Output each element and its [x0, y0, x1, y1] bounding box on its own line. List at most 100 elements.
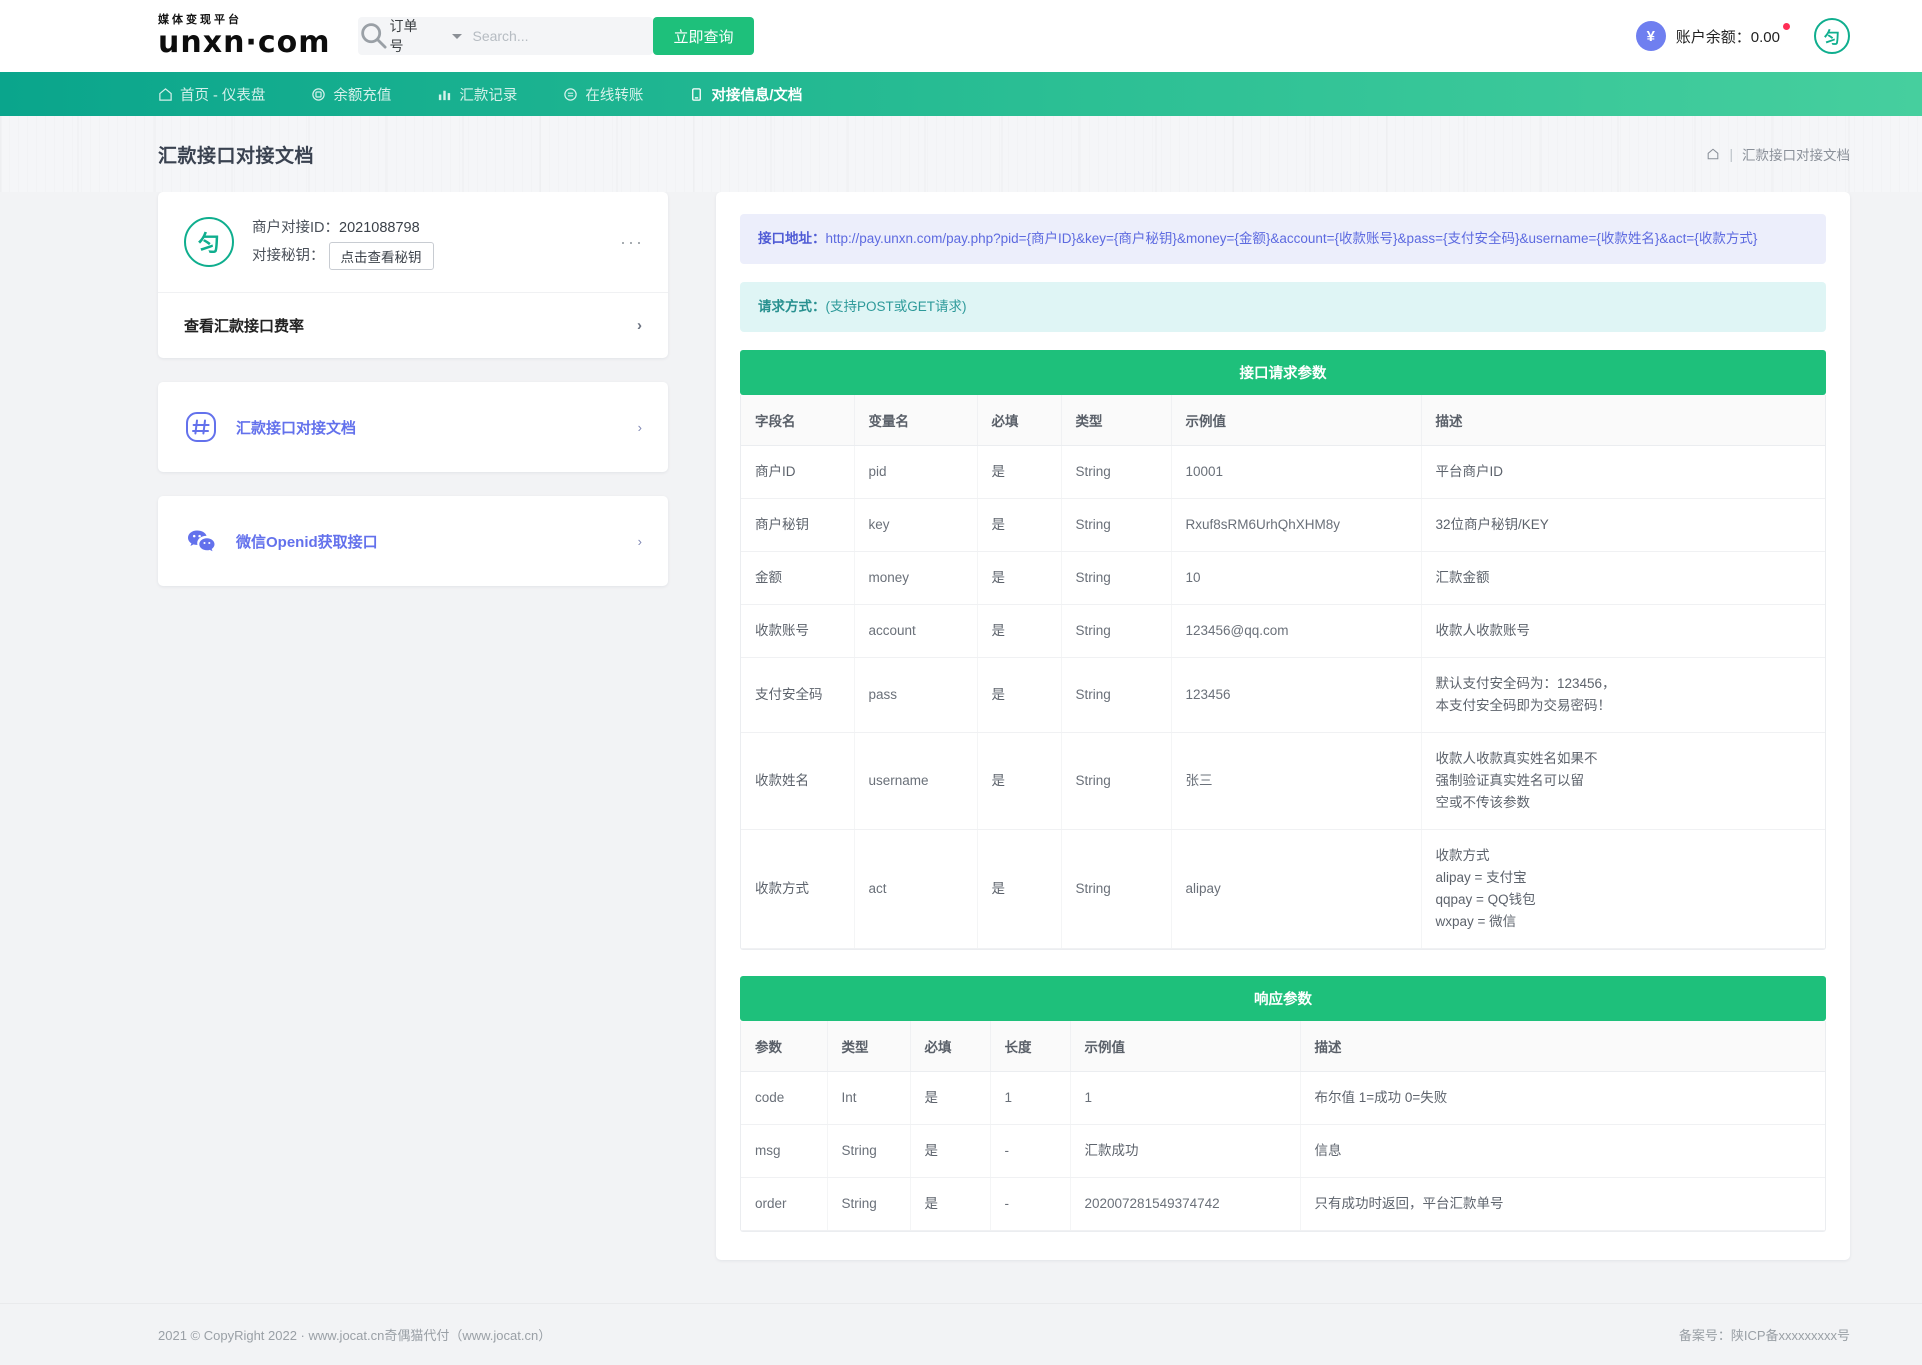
cell-var: key	[854, 498, 978, 552]
brand-logo[interactable]: 媒体变现平台 unxn·com	[158, 14, 330, 58]
cell-var: money	[854, 551, 978, 605]
merchant-id-row: 商户对接ID： 2021088798	[252, 214, 610, 242]
merchant-logo-icon: 匀	[184, 217, 234, 267]
nav-label-docs: 对接信息/文档	[711, 87, 803, 104]
cell-param: order	[741, 1177, 828, 1231]
header-right-group: ¥ 账户余额：0.00 匀	[1635, 18, 1850, 54]
search-box[interactable]: 订单号	[358, 17, 654, 55]
merchant-card: 匀 商户对接ID： 2021088798 对接秘钥： 点击查看秘钥 ··· 查看…	[158, 192, 668, 358]
cell-var: pid	[854, 445, 978, 499]
table-row: 收款姓名 username 是 String 张三 收款人收款真实姓名如果不 强…	[741, 732, 1825, 830]
col-var-name: 变量名	[854, 395, 978, 446]
table-row: 商户ID pid 是 String 10001 平台商户ID	[741, 445, 1825, 499]
col-param: 参数	[741, 1021, 828, 1072]
account-balance[interactable]: ¥ 账户余额：0.00	[1635, 21, 1790, 51]
home-icon	[158, 87, 173, 102]
nav-item-recharge[interactable]: 余额充值	[311, 72, 391, 116]
cell-var: account	[854, 604, 978, 658]
avatar[interactable]: 匀	[1814, 18, 1850, 54]
view-rates-row[interactable]: 查看汇款接口费率 ›	[158, 293, 668, 358]
wallet-icon	[311, 87, 326, 102]
footer-copyright: 2021 © CopyRight 2022 · www.jocat.cn奇偶猫代…	[158, 1328, 552, 1343]
chevron-right-icon: ›	[637, 533, 642, 549]
wechat-openid-card[interactable]: 微信Openid获取接口 ›	[158, 496, 668, 586]
cell-required: 是	[977, 829, 1062, 949]
cell-field: 金额	[741, 551, 855, 605]
response-table-wrapper: 参数 类型 必填 长度 示例值 描述 code Int 是 1 1 布尔值 1=…	[740, 1021, 1826, 1232]
docs-link-card[interactable]: 汇款接口对接文档 ›	[158, 382, 668, 472]
wechat-icon	[184, 524, 218, 558]
search-category-label: 订单号	[389, 18, 418, 54]
page-footer: 2021 © CopyRight 2022 · www.jocat.cn奇偶猫代…	[0, 1303, 1922, 1365]
nav-label-records: 汇款记录	[459, 87, 518, 104]
search-submit-button[interactable]: 立即查询	[653, 17, 754, 55]
docs-link-row[interactable]: 汇款接口对接文档 ›	[158, 382, 668, 472]
cell-example: Rxuf8sRM6UrhQhXHM8y	[1171, 498, 1422, 552]
nav-item-docs[interactable]: 对接信息/文档	[689, 72, 802, 116]
request-table-wrapper: 字段名 变量名 必填 类型 示例值 描述 商户ID pid 是 String 1…	[740, 395, 1826, 950]
cell-required: 是	[977, 604, 1062, 658]
balance-text: 账户余额：0.00	[1676, 22, 1790, 47]
brand-title: unxn·com	[158, 25, 331, 60]
more-options-icon[interactable]: ···	[610, 232, 644, 253]
cell-example: 张三	[1171, 732, 1422, 830]
nav-item-transfer[interactable]: 在线转账	[563, 72, 643, 116]
document-icon	[689, 87, 704, 102]
cell-param: code	[741, 1071, 828, 1125]
col-example: 示例值	[1070, 1021, 1301, 1072]
cell-type: String	[827, 1177, 911, 1231]
wechat-openid-row[interactable]: 微信Openid获取接口 ›	[158, 496, 668, 586]
cell-desc: 信息	[1300, 1124, 1825, 1178]
table-header-row: 参数 类型 必填 长度 示例值 描述	[741, 1021, 1825, 1072]
cell-var: pass	[854, 657, 978, 733]
response-params-table: 参数 类型 必填 长度 示例值 描述 code Int 是 1 1 布尔值 1=…	[741, 1021, 1825, 1231]
docs-link-label: 汇款接口对接文档	[236, 419, 357, 437]
col-description: 描述	[1300, 1021, 1825, 1072]
cell-type: String	[1061, 732, 1172, 830]
cell-desc: 收款人收款账号	[1421, 604, 1825, 658]
cell-example: 10001	[1171, 445, 1422, 499]
cell-param: msg	[741, 1124, 828, 1178]
nav-item-records[interactable]: 汇款记录	[437, 72, 517, 116]
cell-var: username	[854, 732, 978, 830]
col-field-name: 字段名	[741, 395, 855, 446]
chart-bar-icon	[437, 87, 452, 102]
cell-field: 支付安全码	[741, 657, 855, 733]
col-required: 必填	[977, 395, 1062, 446]
hashtag-badge-icon	[184, 410, 218, 444]
table-row: 收款方式 act 是 String alipay 收款方式 alipay = 支…	[741, 829, 1825, 949]
col-length: 长度	[990, 1021, 1071, 1072]
view-key-button[interactable]: 点击查看秘钥	[328, 242, 434, 270]
table-row: 收款账号 account 是 String 123456@qq.com 收款人收…	[741, 604, 1825, 658]
method-value: (支持POST或GET请求)	[825, 299, 967, 314]
main-panel: 接口地址：http://pay.unxn.com/pay.php?pid={商户…	[716, 192, 1850, 1260]
method-note: 请求方式：(支持POST或GET请求)	[740, 282, 1826, 332]
merchant-info: 匀 商户对接ID： 2021088798 对接秘钥： 点击查看秘钥 ···	[158, 192, 668, 293]
cell-type: String	[1061, 445, 1172, 499]
nav-label-transfer: 在线转账	[585, 87, 644, 104]
cell-example: 123456@qq.com	[1171, 604, 1422, 658]
request-section-title: 接口请求参数	[740, 350, 1826, 395]
cell-length: 1	[990, 1071, 1071, 1125]
breadcrumb-home-icon[interactable]	[1706, 147, 1720, 161]
cell-type: String	[827, 1124, 911, 1178]
cell-required: 是	[910, 1071, 991, 1125]
table-row: 商户秘钥 key 是 String Rxuf8sRM6UrhQhXHM8y 32…	[741, 498, 1825, 552]
table-header-row: 字段名 变量名 必填 类型 示例值 描述	[741, 395, 1825, 446]
method-label: 请求方式：	[758, 299, 826, 314]
cell-required: 是	[977, 498, 1062, 552]
col-type: 类型	[827, 1021, 911, 1072]
cell-field: 商户秘钥	[741, 498, 855, 552]
endpoint-label: 接口地址：	[758, 231, 826, 246]
content-area: 匀 商户对接ID： 2021088798 对接秘钥： 点击查看秘钥 ··· 查看…	[0, 192, 1922, 1260]
search-category-select[interactable]: 订单号	[390, 17, 473, 55]
merchant-id-value: 2021088798	[339, 220, 420, 236]
cell-required: 是	[977, 445, 1062, 499]
cell-field: 收款方式	[741, 829, 855, 949]
page-header: 汇款接口对接文档 | 汇款接口对接文档	[0, 116, 1922, 192]
nav-item-dashboard[interactable]: 首页 - 仪表盘	[158, 72, 265, 116]
breadcrumb-separator: |	[1729, 146, 1733, 162]
merchant-key-row: 对接秘钥： 点击查看秘钥	[252, 242, 610, 270]
cell-example: 123456	[1171, 657, 1422, 733]
search-input[interactable]	[472, 28, 654, 44]
